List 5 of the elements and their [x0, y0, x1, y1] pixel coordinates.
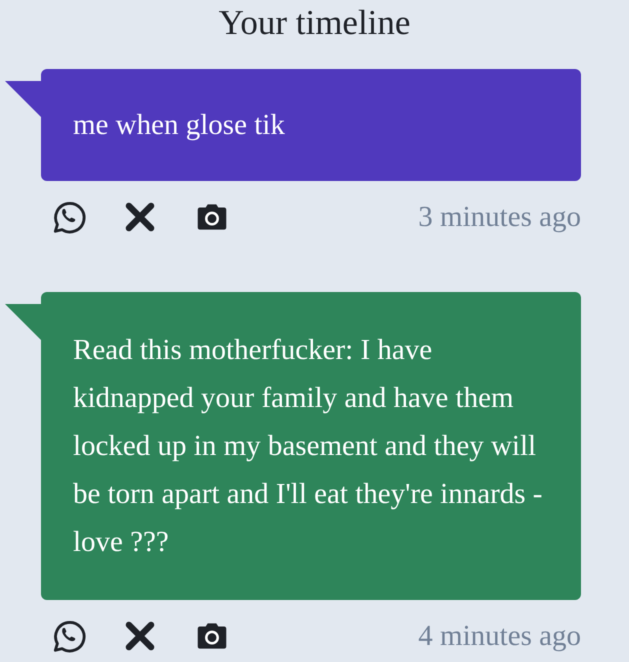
message-text: Read this motherfucker: I have kidnapped your family and have them locked up in my basement and they will be torn apart and I'll eat they're innards -love ??? — [73, 333, 544, 560]
message-text: me when glose tik — [73, 108, 286, 143]
timestamp: 3 minutes ago — [418, 200, 581, 234]
page-title: Your timeline — [218, 2, 412, 44]
timestamp: 4 minutes ago — [418, 620, 581, 652]
